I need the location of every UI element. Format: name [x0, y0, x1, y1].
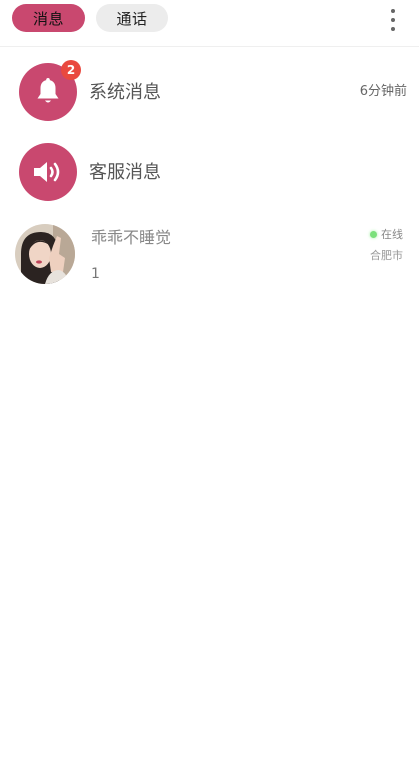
- user-city: 合肥市: [370, 249, 403, 262]
- online-dot-icon: [370, 230, 377, 238]
- conversation-system-messages[interactable]: 2 系统消息 6分钟前: [0, 60, 419, 124]
- unread-badge: 2: [61, 60, 81, 80]
- more-dot: [391, 9, 395, 13]
- bell-icon: [37, 78, 59, 103]
- service-messages-title: 客服消息: [89, 162, 161, 183]
- tab-messages-label: 消息: [32, 9, 64, 28]
- online-status: 在线: [370, 226, 403, 242]
- user-name: 乖乖不睡觉: [91, 228, 172, 247]
- system-messages-title: 系统消息: [89, 82, 161, 103]
- system-messages-time: 6分钟前: [359, 84, 407, 99]
- more-dot: [391, 27, 395, 31]
- top-bar: 消息 通话: [0, 0, 419, 47]
- conversation-service-messages[interactable]: 客服消息: [0, 140, 419, 204]
- service-messages-icon-circle: [19, 143, 77, 201]
- tab-calls-label: 通话: [116, 9, 148, 28]
- more-vertical-icon[interactable]: [389, 9, 397, 31]
- more-dot: [391, 18, 395, 22]
- online-status-label: 在线: [381, 228, 403, 241]
- tab-calls[interactable]: 通话: [96, 4, 168, 32]
- conversation-user[interactable]: 乖乖不睡觉 1 在线 合肥市: [0, 220, 419, 290]
- avatar-photo: [15, 224, 75, 284]
- last-message: 1: [91, 266, 100, 282]
- tab-messages[interactable]: 消息: [12, 4, 85, 32]
- user-avatar[interactable]: [15, 224, 75, 284]
- speaker-icon: [34, 162, 60, 182]
